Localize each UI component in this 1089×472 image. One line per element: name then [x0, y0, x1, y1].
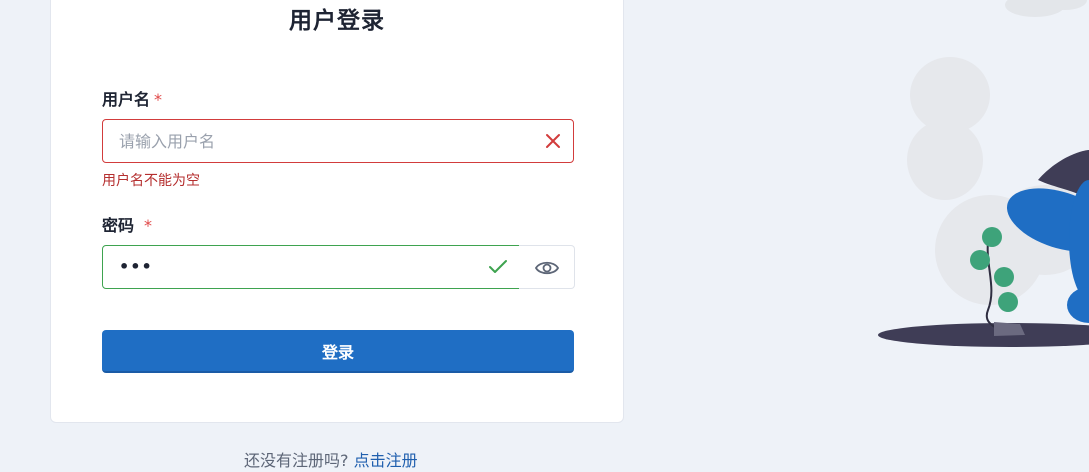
required-mark: * [154, 90, 163, 109]
username-label: 用户名 * [102, 86, 162, 110]
password-toggle-button[interactable] [519, 245, 575, 289]
register-link[interactable]: 点击注册 [354, 451, 418, 470]
register-prompt-text: 还没有注册吗? [244, 451, 349, 470]
username-label-text: 用户名 [102, 90, 151, 109]
close-icon[interactable] [544, 132, 562, 154]
username-error-message: 用户名不能为空 [102, 173, 200, 189]
check-icon [489, 259, 507, 279]
page-title: 用户登录 [289, 8, 385, 34]
required-mark: * [144, 216, 153, 235]
username-field[interactable] [102, 119, 574, 163]
decorative-illustration [878, 0, 1089, 347]
login-card: 用户登录 用户名* 用户名不能为空 密码* ••• 登录 [50, 0, 624, 423]
password-field[interactable]: ••• [102, 245, 520, 289]
login-button[interactable]: 登录 [102, 330, 574, 373]
password-label: 密码 * [102, 212, 152, 236]
password-label-text: 密码 [102, 216, 135, 235]
password-input[interactable]: ••• [119, 257, 153, 276]
username-input[interactable] [119, 120, 499, 162]
register-prompt: 还没有注册吗? 点击注册 [244, 447, 418, 471]
eye-icon[interactable] [534, 258, 560, 282]
